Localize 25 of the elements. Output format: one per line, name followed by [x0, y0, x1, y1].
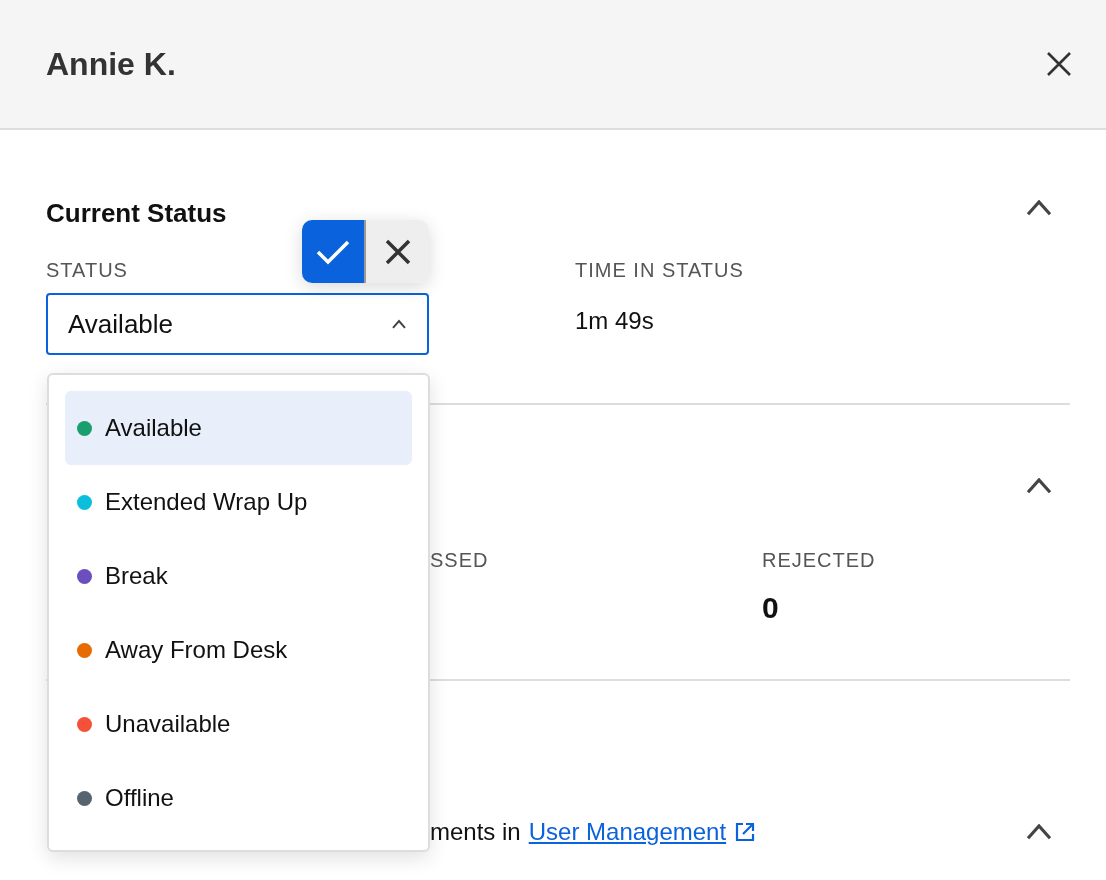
user-management-link[interactable]: User Management [528, 814, 727, 851]
collapse-button[interactable] [1026, 200, 1052, 216]
close-icon [383, 237, 412, 266]
collapse-button[interactable] [1026, 824, 1052, 841]
external-link-icon [734, 821, 757, 844]
caret-icon [391, 319, 407, 330]
note-text: ments in [430, 817, 521, 848]
stat-label: REJECTED [762, 548, 876, 574]
dropdown-option[interactable]: Offline [65, 761, 412, 835]
confirm-button[interactable] [302, 220, 366, 283]
dropdown-option[interactable]: Extended Wrap Up [65, 465, 412, 539]
section-heading: Current Status [46, 198, 227, 230]
dropdown-option[interactable]: Available [65, 391, 412, 465]
dropdown-option[interactable]: Break [65, 539, 412, 613]
time-value: 1m 49s [575, 306, 655, 337]
status-select[interactable]: Available [46, 293, 429, 356]
cancel-button[interactable] [366, 220, 429, 283]
dropdown-option[interactable]: Away From Desk [65, 613, 412, 687]
collapse-button[interactable] [1026, 478, 1052, 495]
dropdown-option[interactable]: Unavailable [65, 687, 412, 761]
field-label: TIME IN STATUS [575, 258, 744, 284]
panel-title: Annie K. [46, 44, 176, 84]
stat-label: SSED [430, 548, 489, 574]
field-label: STATUS [46, 258, 129, 284]
stat-value: 0 [762, 590, 780, 627]
